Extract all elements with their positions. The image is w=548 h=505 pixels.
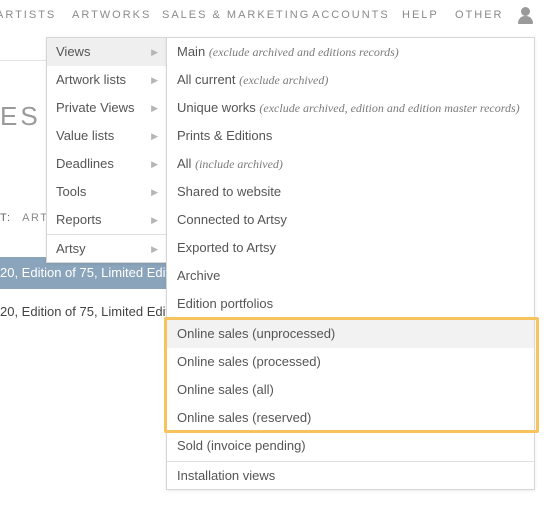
- chevron-right-icon: ▶: [151, 159, 158, 169]
- menu-item-artsy[interactable]: Artsy ▶: [47, 235, 166, 263]
- view-note: (exclude archived and editions records): [208, 45, 399, 59]
- view-note: (exclude archived, edition and edition m…: [259, 101, 520, 115]
- view-unique-works[interactable]: Unique works (exclude archived, edition …: [167, 94, 534, 122]
- chevron-right-icon: ▶: [151, 103, 158, 113]
- view-label: Main: [177, 44, 206, 59]
- view-edition-portfolios[interactable]: Edition portfolios: [167, 290, 534, 318]
- view-label: Unique works: [177, 100, 256, 115]
- view-label: Sold (invoice pending): [177, 438, 306, 453]
- view-label: Online sales (all): [177, 382, 274, 397]
- menu-item-tools[interactable]: Tools ▶: [47, 178, 166, 206]
- view-online-sales-processed[interactable]: Online sales (processed): [167, 348, 534, 376]
- menu-item-label: Deadlines: [56, 156, 114, 171]
- view-note: (exclude archived): [239, 73, 329, 87]
- page-divider: [0, 60, 46, 61]
- nav-artworks[interactable]: ARTWORKS: [72, 9, 151, 21]
- menu-item-label: Private Views: [56, 100, 135, 115]
- view-online-sales-reserved[interactable]: Online sales (reserved): [167, 404, 534, 432]
- row-text: 20, Edition of 75, Limited Edition: [0, 304, 166, 319]
- chevron-right-icon: ▶: [151, 187, 158, 197]
- chevron-right-icon: ▶: [151, 131, 158, 141]
- view-connected-to-artsy[interactable]: Connected to Artsy: [167, 206, 534, 234]
- row-text: 20, Edition of 75, Limited Edition: [0, 265, 166, 280]
- view-label: Shared to website: [177, 184, 282, 199]
- view-all[interactable]: All (include archived): [167, 150, 534, 178]
- view-label: Connected to Artsy: [177, 212, 287, 227]
- view-label: Exported to Artsy: [177, 240, 276, 255]
- top-nav: ARTISTS ARTWORKS SALES & MARKETING ACCOU…: [0, 0, 548, 32]
- chevron-right-icon: ▶: [151, 47, 158, 57]
- view-label: Archive: [177, 268, 221, 283]
- page-title: ES: [0, 101, 41, 131]
- chevron-right-icon: ▶: [151, 75, 158, 85]
- menu-item-reports[interactable]: Reports ▶: [47, 206, 166, 234]
- nav-accounts[interactable]: ACCOUNTS: [312, 9, 390, 21]
- menu-item-views[interactable]: Views ▶: [47, 38, 166, 66]
- view-label: Online sales (unprocessed): [177, 326, 336, 341]
- view-exported-to-artsy[interactable]: Exported to Artsy: [167, 234, 534, 262]
- table-row[interactable]: 20, Edition of 75, Limited Edition: [0, 296, 166, 328]
- view-online-sales-unprocessed[interactable]: Online sales (unprocessed): [167, 320, 534, 348]
- view-label: Edition portfolios: [177, 296, 274, 311]
- menu-item-label: Tools: [56, 184, 87, 199]
- menu-item-label: Artsy: [56, 241, 86, 256]
- view-prints-editions[interactable]: Prints & Editions: [167, 122, 534, 150]
- menu-item-deadlines[interactable]: Deadlines ▶: [47, 150, 166, 178]
- menu-item-artwork-lists[interactable]: Artwork lists ▶: [47, 66, 166, 94]
- menu-item-private-views[interactable]: Private Views ▶: [47, 94, 166, 122]
- menu-item-label: Value lists: [56, 128, 115, 143]
- chevron-right-icon: ▶: [151, 244, 158, 254]
- view-label: All: [177, 156, 192, 171]
- view-all-current[interactable]: All current (exclude archived): [167, 66, 534, 94]
- view-label: Prints & Editions: [177, 128, 273, 143]
- menu-item-value-lists[interactable]: Value lists ▶: [47, 122, 166, 150]
- artworks-submenu: Views ▶ Artwork lists ▶ Private Views ▶ …: [46, 37, 167, 263]
- nav-sales-marketing[interactable]: SALES & MARKETING: [162, 9, 310, 21]
- menu-item-label: Views: [56, 44, 91, 59]
- view-note: (include archived): [195, 157, 283, 171]
- nav-other[interactable]: OTHER: [455, 9, 504, 21]
- view-installation-views[interactable]: Installation views: [167, 462, 534, 490]
- view-label: Installation views: [177, 468, 276, 483]
- view-sold-invoice-pending[interactable]: Sold (invoice pending): [167, 432, 534, 460]
- view-shared-to-website[interactable]: Shared to website: [167, 178, 534, 206]
- chevron-right-icon: ▶: [151, 215, 158, 225]
- view-label: Online sales (processed): [177, 354, 321, 369]
- user-icon[interactable]: [517, 7, 534, 24]
- view-label: Online sales (reserved): [177, 410, 312, 425]
- nav-help[interactable]: HELP: [402, 9, 439, 21]
- view-online-sales-all[interactable]: Online sales (all): [167, 376, 534, 404]
- nav-artists[interactable]: ARTISTS: [0, 9, 56, 21]
- views-submenu: Main (exclude archived and editions reco…: [166, 37, 535, 490]
- menu-item-label: Artwork lists: [56, 72, 127, 87]
- view-archive[interactable]: Archive: [167, 262, 534, 290]
- view-main[interactable]: Main (exclude archived and editions reco…: [167, 38, 534, 66]
- view-label: All current: [177, 72, 236, 87]
- menu-item-label: Reports: [56, 212, 102, 227]
- filter-label: T:: [0, 212, 12, 224]
